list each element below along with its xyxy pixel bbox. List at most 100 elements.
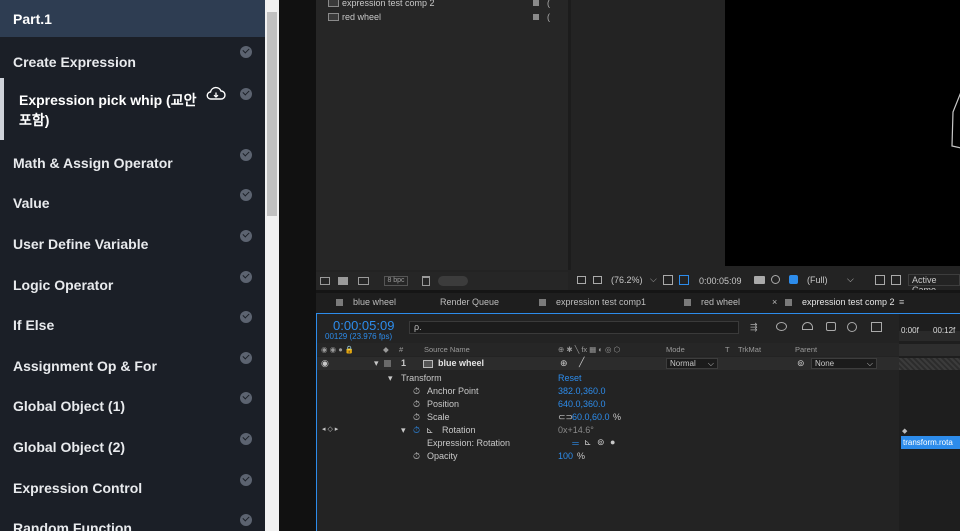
label-color-swatch[interactable]	[384, 360, 391, 367]
ruler-track	[899, 344, 960, 356]
camera-snapshot-icon[interactable]	[754, 276, 765, 284]
property-value[interactable]: 382.0,360.0	[558, 386, 606, 396]
pick-whip-icon[interactable]: ⊚	[797, 358, 805, 369]
check-circle-icon	[240, 392, 252, 404]
property-value[interactable]: 640.0,360.0	[558, 399, 606, 409]
graph-editor-icon[interactable]	[871, 322, 882, 332]
current-time-display[interactable]: 0:00:05:09	[333, 318, 394, 333]
region-of-interest-icon[interactable]	[875, 275, 885, 285]
camera-view-dropdown[interactable]: Active Came	[908, 274, 960, 295]
chevron-down-icon[interactable]: ⌵	[650, 274, 657, 285]
transparency-grid-icon[interactable]	[891, 275, 901, 285]
composition-viewer[interactable]	[725, 0, 960, 266]
blend-mode-dropdown[interactable]: Normal ⌵	[666, 358, 718, 369]
expression-language-menu-icon[interactable]: ●	[610, 437, 615, 447]
timeline-ruler-area[interactable]: 0:00f 00:12f ◆ transform.rota	[899, 314, 960, 531]
layer-row-blue-wheel[interactable]: ◉ ▾ 1 blue wheel ⊕ ╱ Normal ⌵ ⊚ None ⌵	[317, 357, 899, 370]
check-circle-icon	[240, 271, 252, 283]
property-position[interactable]: ⏱ Position 640.0,360.0	[317, 398, 899, 411]
transform-group[interactable]: ▾ Transform Reset	[317, 372, 899, 385]
reset-transform-link[interactable]: Reset	[558, 373, 582, 383]
twirl-down-icon[interactable]: ▾	[401, 425, 406, 436]
interpret-footage-icon[interactable]	[320, 277, 330, 285]
constrain-proportions-icon[interactable]: ⊂⊃	[558, 412, 573, 423]
check-circle-icon	[240, 189, 252, 201]
property-expression-rotation[interactable]: Expression: Rotation ＝ ⊾ ⊚ ●	[317, 437, 899, 450]
mask-visibility-icon[interactable]	[679, 275, 689, 285]
close-tab-icon[interactable]: ×	[772, 297, 777, 307]
expression-enable-icon[interactable]: ＝	[571, 437, 580, 450]
resolution-dropdown[interactable]: (Full) ⌵	[807, 274, 859, 286]
bit-depth-button[interactable]: 8 bpc	[384, 276, 408, 286]
stopwatch-icon[interactable]: ⏱	[413, 412, 420, 423]
viewer-timecode[interactable]: 0:00:05:09	[699, 276, 742, 286]
tab-blue-wheel[interactable]: blue wheel	[336, 297, 396, 307]
stopwatch-icon[interactable]: ⏱	[413, 425, 420, 436]
expression-field[interactable]: transform.rota	[901, 436, 960, 449]
trash-icon[interactable]	[422, 276, 430, 286]
switches-header[interactable]: ⊕ ✱ ╲ fx ▦ ◐ ◎ ⬡	[558, 345, 620, 354]
parent-header[interactable]: Parent	[795, 345, 817, 354]
expression-pick-whip-icon[interactable]: ⊚	[597, 437, 605, 448]
visibility-eye-icon[interactable]: ◉	[321, 358, 329, 369]
motion-blur-icon[interactable]	[847, 322, 857, 332]
property-value[interactable]: 100	[558, 451, 573, 461]
trkmat-header[interactable]: TrkMat	[738, 345, 761, 354]
section-title[interactable]: Part.1	[0, 0, 265, 37]
project-scroll[interactable]	[438, 276, 468, 286]
collapse-switch-icon[interactable]: ⊕	[560, 358, 568, 369]
layer-name[interactable]: blue wheel	[438, 358, 484, 368]
tab-red-wheel[interactable]: red wheel	[684, 297, 740, 307]
property-rotation[interactable]: ◂ ◇ ▸ ▾ ⏱ ⊾ Rotation 0x+14.6°	[317, 424, 899, 437]
show-snapshot-icon[interactable]	[771, 275, 780, 284]
new-folder-icon[interactable]	[338, 277, 348, 285]
comp-flowchart-icon[interactable]: ⇶	[750, 322, 758, 333]
layer-search-input[interactable]: ρ.	[409, 321, 739, 334]
layer-number: 1	[401, 358, 407, 368]
twirl-down-icon[interactable]: ▾	[388, 373, 393, 384]
scrollbar-thumb[interactable]	[267, 12, 277, 216]
channel-icon[interactable]	[789, 275, 798, 284]
check-circle-icon	[240, 230, 252, 242]
label-icon[interactable]: ◆	[383, 345, 389, 354]
ruler-label: 0:00f	[901, 326, 919, 335]
tab-expression-test-comp-2[interactable]: expression test comp 2	[785, 297, 895, 307]
zoom-dropdown[interactable]: (76.2%)	[611, 275, 643, 285]
panel-menu-icon[interactable]: ≡	[899, 297, 904, 307]
stopwatch-icon[interactable]: ⏱	[413, 399, 420, 410]
layer-duration-bar[interactable]	[899, 358, 960, 370]
draft-3d-icon[interactable]	[776, 322, 787, 331]
stopwatch-icon[interactable]: ⏱	[413, 451, 420, 462]
property-name: Scale	[427, 412, 450, 422]
property-scale[interactable]: ⏱ Scale ⊂⊃ 60.0,60.0 %	[317, 411, 899, 424]
sidebar-item-expression-pick-whip[interactable]: Expression pick whip (교안 포함)	[0, 78, 265, 140]
shy-layers-icon[interactable]	[802, 322, 813, 330]
snapshot-icon[interactable]	[577, 276, 586, 284]
expression-graph-icon[interactable]: ⊾	[584, 437, 592, 448]
monitor-icon[interactable]	[593, 276, 602, 284]
new-composition-icon[interactable]	[358, 277, 369, 285]
parent-dropdown[interactable]: None ⌵	[811, 358, 877, 369]
stopwatch-icon[interactable]: ⏱	[413, 386, 420, 397]
sidebar-item-label: Create Expression	[13, 54, 136, 70]
property-value[interactable]: 60.0,60.0	[572, 412, 610, 422]
frame-blending-icon[interactable]	[826, 322, 836, 331]
project-item[interactable]: expression test comp 2 (	[328, 0, 550, 10]
tab-expression-test-comp1[interactable]: expression test comp1	[539, 297, 646, 307]
mode-header[interactable]: Mode	[666, 345, 685, 354]
frame-rate-display: 00129 (23.976 fps)	[325, 332, 393, 341]
source-name-header[interactable]: Source Name	[424, 345, 470, 354]
grid-icon[interactable]	[663, 275, 673, 285]
twirl-down-icon[interactable]: ▾	[374, 358, 379, 369]
viewer-toolbar: (76.2%) ⌵ 0:00:05:09 (Full)⌵ Active Came	[571, 270, 960, 295]
property-opacity[interactable]: ⏱ Opacity 100 %	[317, 450, 899, 463]
quality-switch-icon[interactable]: ╱	[579, 357, 584, 368]
property-anchor-point[interactable]: ⏱ Anchor Point 382.0,360.0	[317, 385, 899, 398]
project-item[interactable]: red wheel (	[328, 12, 550, 24]
keyframe-icon[interactable]: ◆	[902, 427, 907, 435]
av-features-icon[interactable]: ◉ ◉ ● 🔒	[321, 345, 354, 354]
tab-render-queue[interactable]: Render Queue	[440, 297, 499, 307]
expression-graph-icon[interactable]: ⊾	[426, 425, 434, 436]
cloud-download-icon[interactable]	[206, 86, 226, 102]
keyframe-navigator[interactable]: ◂ ◇ ▸	[322, 425, 338, 433]
